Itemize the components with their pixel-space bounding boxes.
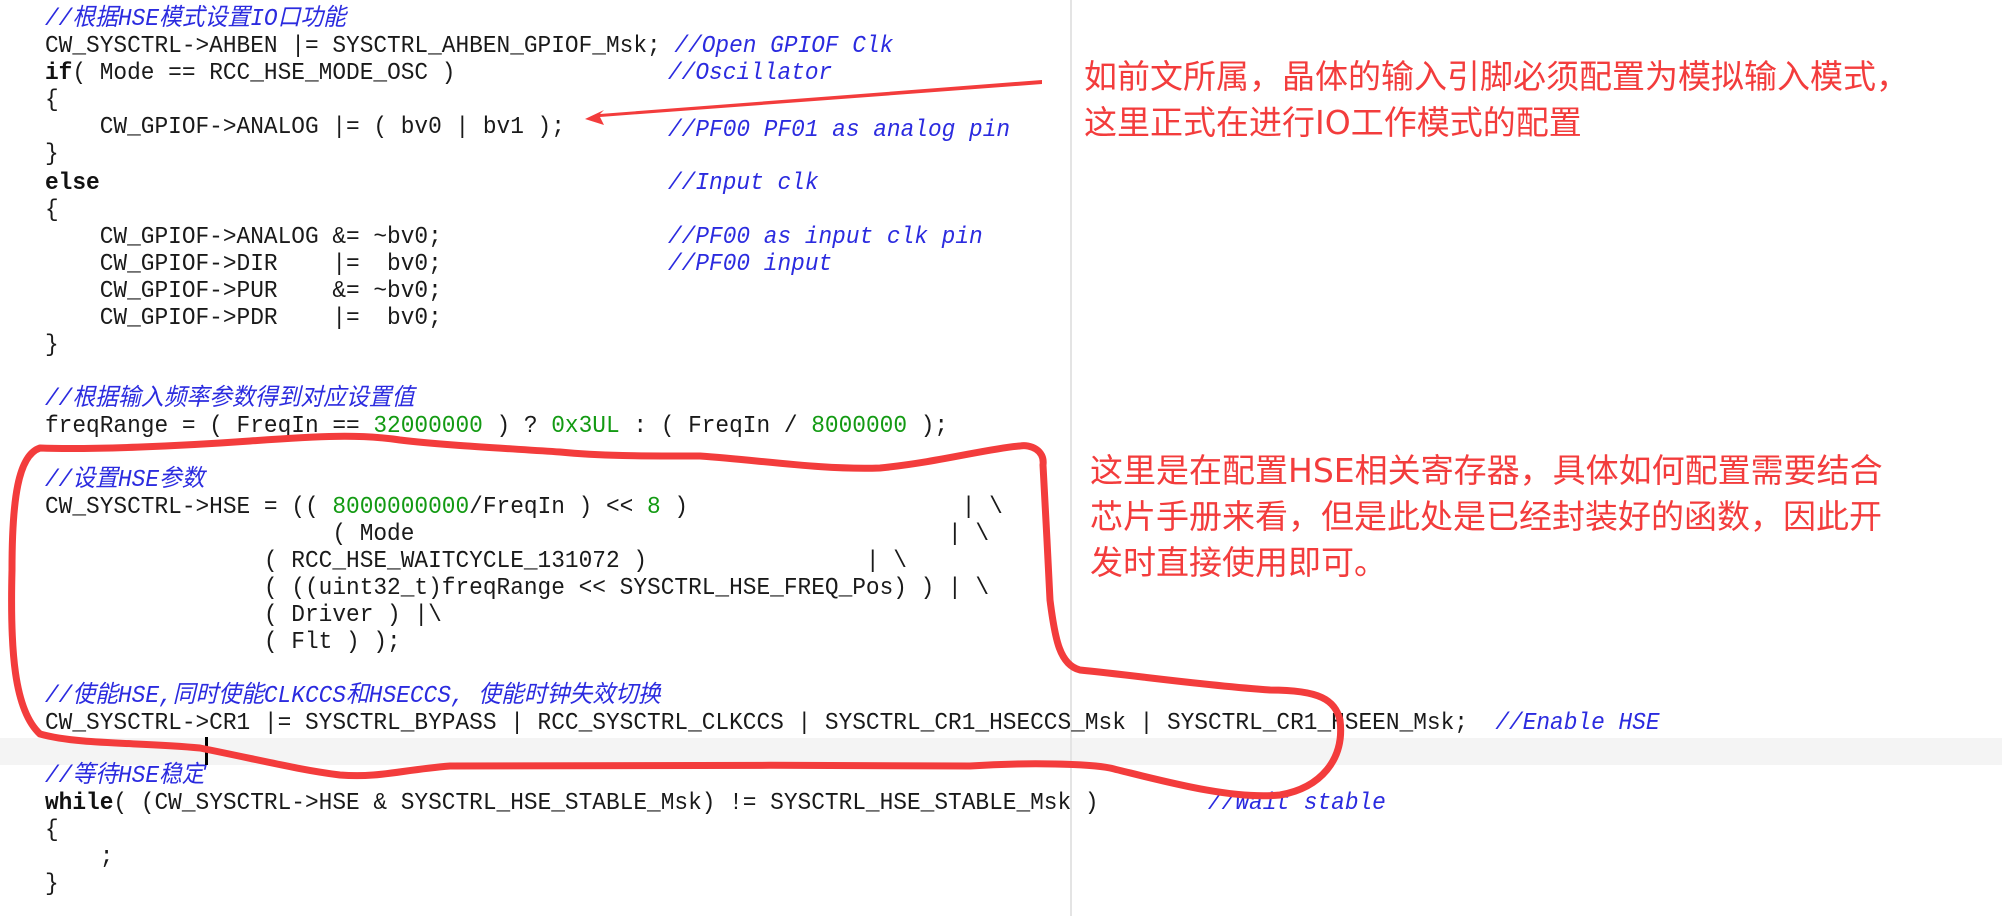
annotation-note-hse-config: 这里是在配置HSE相关寄存器，具体如何配置需要结合 芯片手册来看，但是此处是已经… (1090, 451, 1883, 582)
annotation-note-io-config: 如前文所属，晶体的输入引脚必须配置为模拟输入模式， 这里正式在进行IO工作模式的… (1084, 57, 1909, 142)
arrow-icon (585, 80, 1042, 125)
